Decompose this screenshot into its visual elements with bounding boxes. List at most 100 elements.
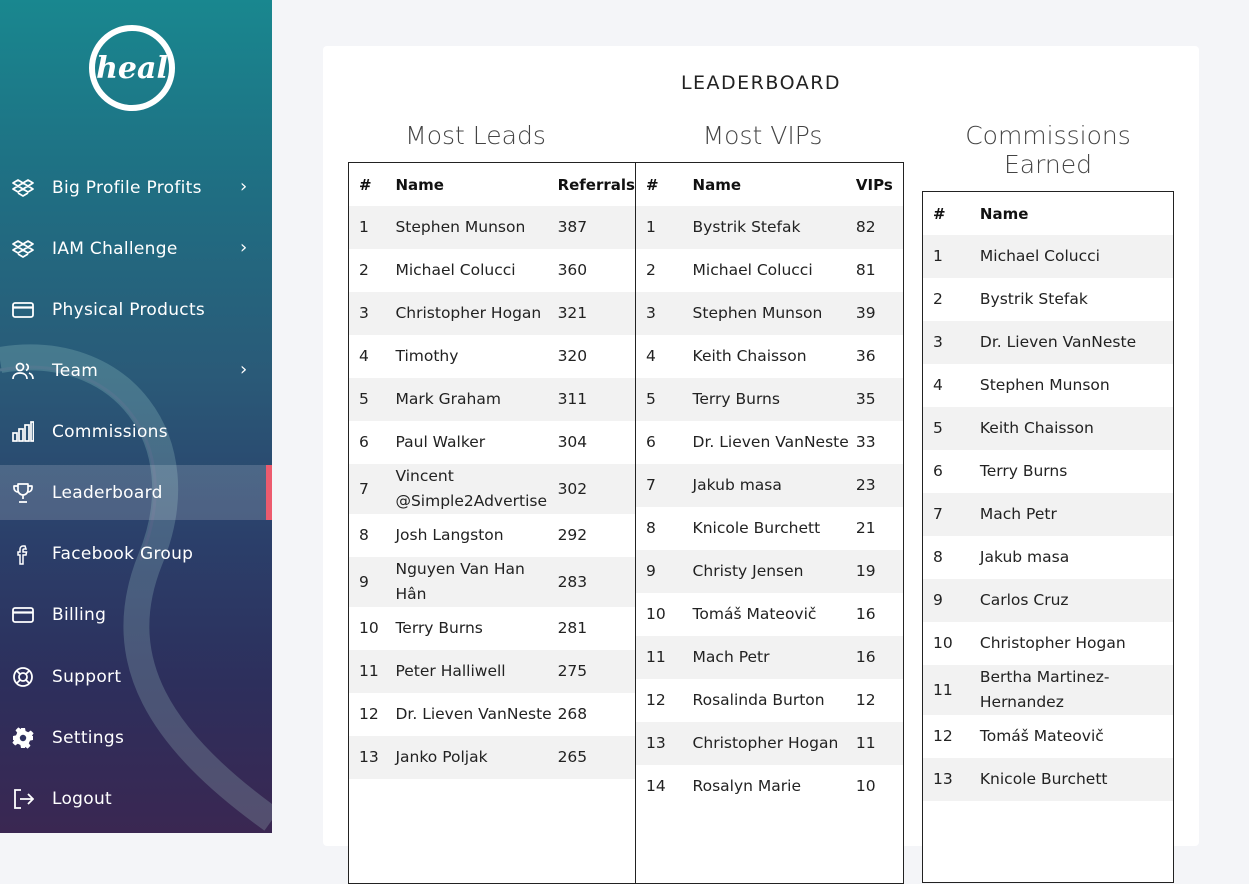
- table-row: 3 Christopher Hogan 321: [349, 292, 635, 335]
- name-cell: Dr. Lieven VanNeste: [979, 321, 1173, 364]
- rank-cell: 5: [923, 407, 980, 450]
- rank-cell: 3: [636, 292, 693, 335]
- sidebar-item-label: Settings: [52, 728, 125, 748]
- name-cell: Mach Petr: [692, 636, 856, 679]
- sidebar-item-billing[interactable]: Billing: [0, 587, 272, 642]
- table-row: 7 Jakub masa 23: [636, 464, 903, 507]
- commissions-heading: Commissions Earned: [965, 121, 1131, 179]
- sidebar-item-logout[interactable]: Logout: [0, 771, 272, 826]
- rank-cell: 2: [933, 290, 943, 308]
- leaderboard-card: LEADERBOARD Most Leads Most VIPs Commiss…: [323, 46, 1199, 884]
- table-row: 2 Michael Colucci 360: [349, 249, 635, 292]
- rank-cell: 12: [646, 691, 666, 709]
- name-cell: Timothy: [395, 347, 459, 365]
- name-cell: Michael Colucci: [395, 261, 516, 279]
- rank-cell: 12: [359, 705, 379, 723]
- name-cell: Bertha Martinez-Hernandez: [979, 665, 1173, 715]
- name-cell: Christopher Hogan: [395, 292, 558, 335]
- facebook-icon: [12, 543, 34, 565]
- table-row: 7 Mach Petr: [923, 493, 1173, 536]
- value-cell: 23: [855, 464, 903, 507]
- name-cell: Stephen Munson: [979, 376, 1110, 394]
- column-header[interactable]: Name: [395, 163, 557, 206]
- table-row: 6 Terry Burns: [923, 450, 1173, 493]
- column-header[interactable]: VIPs: [856, 163, 903, 206]
- column-header[interactable]: #: [349, 163, 395, 206]
- table-row: 4 Keith Chaisson 36: [636, 335, 903, 378]
- sidebar-item-iam-challenge[interactable]: IAM Challenge ›: [0, 221, 272, 276]
- sidebar-item-team[interactable]: Team ›: [0, 343, 272, 398]
- rank-cell: 10: [359, 619, 379, 637]
- dropbox-icon: [12, 238, 34, 260]
- sidebar-item-label: Facebook Group: [52, 544, 194, 564]
- value-cell: 281: [557, 619, 588, 637]
- name-cell: Peter Halliwell: [395, 650, 558, 693]
- value-cell: 311: [557, 378, 635, 421]
- value-cell: 39: [855, 292, 903, 335]
- column-header[interactable]: Referrals: [558, 163, 635, 206]
- table-row: 13 Knicole Burchett: [923, 758, 1173, 801]
- column-header[interactable]: Name: [980, 192, 1173, 235]
- rank-cell: 8: [646, 519, 656, 537]
- page-title: LEADERBOARD: [680, 72, 842, 94]
- logout-icon: [12, 788, 35, 810]
- rank-cell: 7: [923, 493, 980, 536]
- name-cell: Rosalyn Marie: [692, 777, 801, 795]
- rank-cell: 9: [923, 579, 980, 622]
- name-cell: Knicole Burchett: [979, 758, 1173, 801]
- heal-logo[interactable]: heal: [86, 22, 178, 114]
- sidebar-item-support[interactable]: Support: [0, 649, 272, 704]
- name-cell: Terry Burns: [395, 619, 483, 637]
- most-leads-heading: Most Leads: [405, 121, 546, 150]
- column-header[interactable]: Name: [693, 163, 856, 206]
- column-header[interactable]: #: [923, 192, 980, 235]
- name-cell: Janko Poljak: [395, 736, 558, 779]
- table-header-row: # Name VIPs: [636, 163, 903, 206]
- rank-cell: 9: [349, 557, 396, 607]
- rank-cell: 2: [646, 261, 656, 279]
- rank-cell: 8: [359, 526, 369, 544]
- chevron-right-icon: ›: [240, 359, 248, 380]
- bar-chart-icon: [12, 421, 35, 443]
- table-row: 6 Dr. Lieven VanNeste 33: [636, 421, 903, 464]
- rank-cell: 4: [933, 376, 943, 394]
- most-vips-heading: Most VIPs: [702, 121, 823, 150]
- value-cell: 16: [855, 636, 903, 679]
- most-leads-grid: # Name Referrals 1 Stephen Munson 387 2 Michael…: [349, 163, 635, 779]
- table-row: 11 Mach Petr 16: [636, 636, 903, 679]
- rank-cell: 11: [349, 650, 396, 693]
- sidebar-item-leaderboard[interactable]: Leaderboard: [0, 465, 272, 520]
- rank-cell: 13: [923, 758, 980, 801]
- sidebar-item-label: Commissions: [52, 422, 168, 442]
- chevron-right-icon: ›: [240, 237, 248, 258]
- table-row: 9 Carlos Cruz: [923, 579, 1173, 622]
- table-row: 8 Jakub masa: [923, 536, 1173, 579]
- value-cell: 292: [557, 526, 588, 544]
- table-row: 6 Paul Walker 304: [349, 421, 635, 464]
- table-header-row: # Name: [923, 192, 1173, 235]
- name-cell: Nguyen Van Han Hân: [395, 557, 558, 607]
- table-row: 5 Mark Graham 311: [349, 378, 635, 421]
- sidebar-item-big-profile-profits[interactable]: Big Profile Profits ›: [0, 160, 272, 215]
- table-row: 4 Timothy 320: [349, 335, 635, 378]
- sidebar-item-facebook-group[interactable]: Facebook Group: [0, 526, 272, 581]
- table-row: 12 Dr. Lieven VanNeste 268: [349, 693, 635, 736]
- column-header[interactable]: #: [636, 163, 693, 206]
- table-row: 7 Vincent @Simple2Advertise 302: [349, 464, 635, 514]
- name-cell: Michael Colucci: [979, 235, 1173, 278]
- value-cell: 82: [855, 206, 903, 249]
- value-cell: 33: [855, 433, 876, 451]
- table-row: 1 Bystrik Stefak 82: [636, 206, 903, 249]
- table-row: 1 Stephen Munson 387: [349, 206, 635, 249]
- rank-cell: 5: [636, 378, 693, 421]
- table-row: 8 Josh Langston 292: [349, 514, 635, 557]
- table-header-row: # Name Referrals: [349, 163, 635, 206]
- sidebar-item-settings[interactable]: Settings: [0, 710, 272, 765]
- sidebar-item-physical-products[interactable]: Physical Products: [0, 282, 272, 337]
- name-cell: Terry Burns: [979, 462, 1068, 480]
- value-cell: 304: [557, 433, 588, 451]
- value-cell: 265: [557, 736, 635, 779]
- name-cell: Mach Petr: [979, 493, 1173, 536]
- name-cell: Vincent @Simple2Advertise: [395, 464, 558, 514]
- sidebar-item-commissions[interactable]: Commissions: [0, 404, 272, 459]
